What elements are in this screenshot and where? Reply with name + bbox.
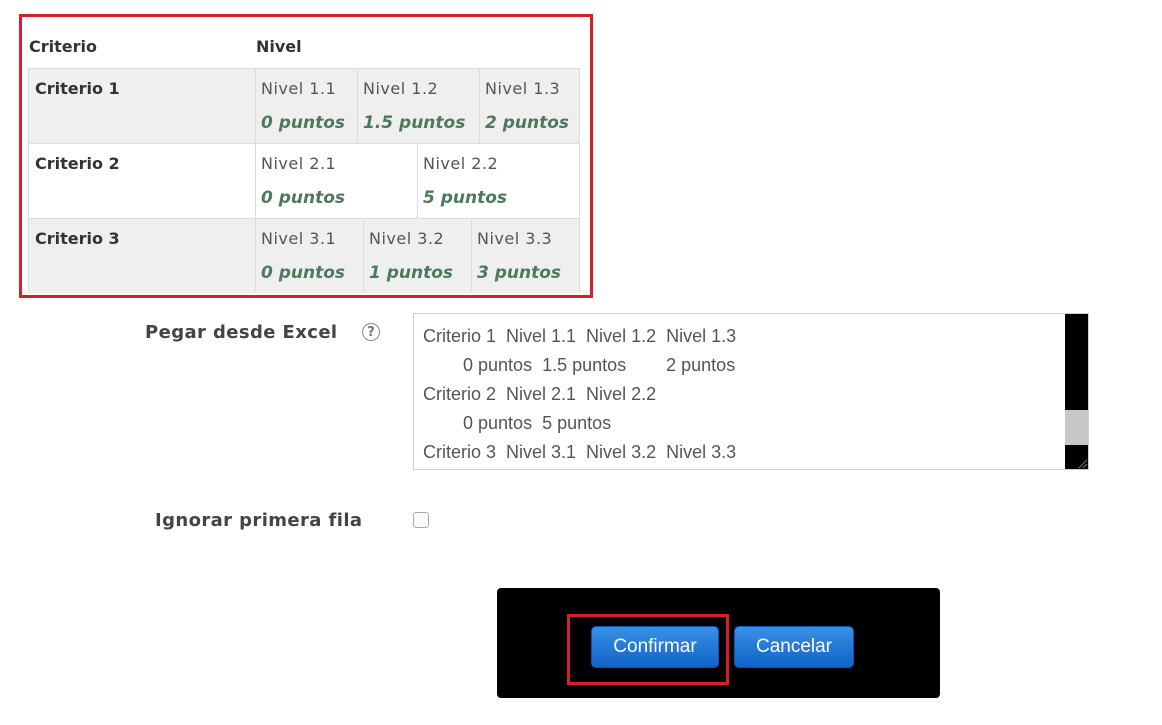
level-points: 0 puntos	[261, 113, 346, 133]
question-circle-icon[interactable]: ?	[362, 323, 380, 341]
paste-line: 0 puntos 5 puntos	[423, 413, 612, 433]
rubric-row: Criterio 3 Nivel 3.1 0 puntos Nivel 3.2 1 pu…	[28, 218, 580, 293]
level-cell[interactable]: Nivel 3.2 1 puntos	[364, 219, 472, 293]
paste-line: Criterio 3 Nivel 3.1 Nivel 3.2 Nivel 3.3	[423, 442, 737, 462]
level-name: Nivel 1.1	[261, 79, 337, 98]
paste-textarea-value: Criterio 1 Nivel 1.1 Nivel 1.2 Nivel 1.3…	[423, 322, 736, 467]
rubric-preview-table: Criterio Nivel Criterio 1 Nivel 1.1 0 punt…	[28, 24, 580, 293]
level-cells: Nivel 3.1 0 puntos Nivel 3.2 1 puntos Nivel …	[256, 219, 580, 293]
level-cells: Nivel 2.1 0 puntos Nivel 2.2 5 puntos	[256, 144, 580, 218]
header-criterion: Criterio	[29, 36, 97, 56]
paste-line: Criterio 1 Nivel 1.1 Nivel 1.2 Nivel 1.3	[423, 326, 737, 346]
scrollbar-thumb[interactable]	[1065, 410, 1088, 445]
level-name: Nivel 3.2	[369, 229, 445, 248]
confirm-highlight-box	[567, 614, 729, 685]
level-cells: Nivel 1.1 0 puntos Nivel 1.2 1.5 puntos Nive…	[256, 69, 580, 143]
level-cell[interactable]: Nivel 3.1 0 puntos	[256, 219, 364, 293]
level-name: Nivel 3.1	[261, 229, 337, 248]
paste-line: 0 puntos 1.5 puntos 2 puntos	[423, 355, 736, 375]
criterion-name: Criterio 1	[28, 69, 256, 143]
rubric-header-row: Criterio Nivel	[28, 24, 580, 68]
level-points: 5 puntos	[423, 188, 508, 208]
level-points: 3 puntos	[477, 263, 562, 283]
paste-from-excel-label: Pegar desde Excel	[145, 322, 338, 343]
level-cell[interactable]: Nivel 3.3 3 puntos	[472, 219, 580, 293]
level-name: Nivel 2.2	[423, 154, 499, 173]
level-name: Nivel 1.3	[485, 79, 561, 98]
level-points: 1 puntos	[369, 263, 454, 283]
rubric-row: Criterio 2 Nivel 2.1 0 puntos Nivel 2.2 5 pu…	[28, 143, 580, 218]
paste-line: Criterio 2 Nivel 2.1 Nivel 2.2	[423, 384, 657, 404]
cancel-button[interactable]: Cancelar	[734, 626, 854, 668]
criterion-name: Criterio 3	[28, 219, 256, 293]
criterion-name: Criterio 2	[28, 144, 256, 218]
level-cell[interactable]: Nivel 1.2 1.5 puntos	[358, 69, 480, 143]
level-points: 0 puntos	[261, 263, 346, 283]
level-cell[interactable]: Nivel 2.1 0 puntos	[256, 144, 418, 218]
paste-textarea[interactable]: Criterio 1 Nivel 1.1 Nivel 1.2 Nivel 1.3…	[413, 313, 1089, 470]
textarea-scrollbar[interactable]	[1065, 314, 1088, 469]
header-level: Nivel	[256, 36, 302, 56]
level-cell[interactable]: Nivel 1.1 0 puntos	[256, 69, 358, 143]
ignore-first-row-label: Ignorar primera fila	[155, 510, 363, 531]
rubric-row: Criterio 1 Nivel 1.1 0 puntos Nivel 1.2 1.5 …	[28, 68, 580, 143]
level-cell[interactable]: Nivel 2.2 5 puntos	[418, 144, 580, 218]
level-name: Nivel 3.3	[477, 229, 553, 248]
level-points: 1.5 puntos	[363, 113, 466, 133]
level-cell[interactable]: Nivel 1.3 2 puntos	[480, 69, 580, 143]
level-points: 2 puntos	[485, 113, 570, 133]
ignore-first-row-checkbox[interactable]	[413, 512, 429, 528]
resize-grip-icon[interactable]	[1077, 458, 1087, 468]
level-points: 0 puntos	[261, 188, 346, 208]
level-name: Nivel 1.2	[363, 79, 439, 98]
level-name: Nivel 2.1	[261, 154, 337, 173]
